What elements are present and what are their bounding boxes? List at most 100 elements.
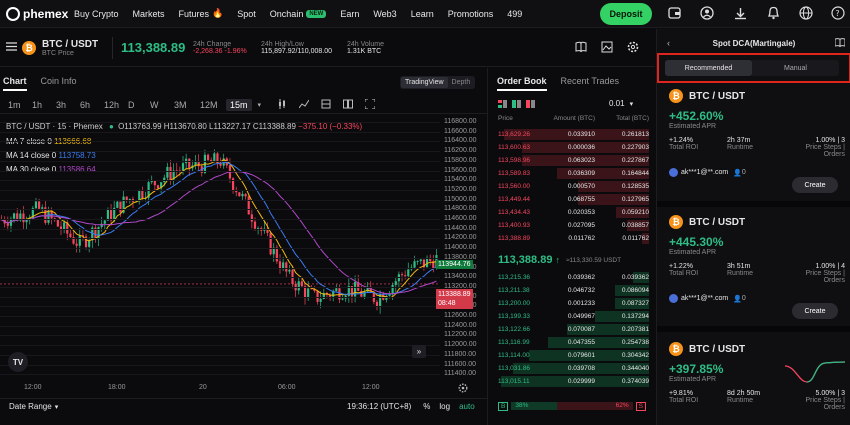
dca-strategy-card[interactable]: ₿ BTC / USDT +452.60% Estimated APR +1.24… <box>669 89 845 199</box>
tab-recent-trades[interactable]: Recent Trades <box>561 76 620 91</box>
log-toggle[interactable]: log <box>439 402 450 411</box>
orderbook-row[interactable]: 113,400.93 0.027095 0.038857 <box>489 219 655 232</box>
orderbook-row[interactable]: 113,449.44 0.068755 0.127965 <box>489 193 655 206</box>
interval-1h[interactable]: 1h <box>32 100 56 110</box>
interval-6h[interactable]: 6h <box>80 100 104 110</box>
orderbook-row[interactable]: 113,199.33 0.049967 0.137294 <box>489 310 655 323</box>
orderbook-row[interactable]: 113,015.11 0.029999 0.374039 <box>489 375 655 388</box>
orderbook-row[interactable]: 113,629.26 0.033910 0.261813 <box>489 128 655 141</box>
nav-learn[interactable]: Learn <box>411 9 434 19</box>
date-range-button[interactable]: Date Range ▾ <box>9 402 58 411</box>
create-button[interactable]: Create <box>792 303 838 319</box>
order-price: 113,600.63 <box>498 144 531 151</box>
nav-spot[interactable]: Spot <box>237 9 256 19</box>
orderbook-row[interactable]: 113,114.00 0.079601 0.304342 <box>489 349 655 362</box>
orderbook-row[interactable]: 113,211.38 0.046732 0.086094 <box>489 284 655 297</box>
order-price: 113,629.26 <box>498 131 531 138</box>
dca-strategy-card[interactable]: ₿ BTC / USDT +445.30% Estimated APR +1.22… <box>669 215 845 323</box>
interval-15m-selected[interactable]: 15m <box>226 98 252 111</box>
tab-coin-info[interactable]: Coin Info <box>41 76 77 91</box>
layout-icon[interactable] <box>343 99 354 111</box>
chart-mode-toggle: TradingView Depth <box>400 76 476 89</box>
scroll-right-icon[interactable]: » <box>412 345 426 358</box>
nav-onchain[interactable]: Onchain NEW <box>270 9 327 19</box>
create-button[interactable]: Create <box>792 177 838 193</box>
book-icon[interactable] <box>575 41 587 55</box>
interval-12h[interactable]: 12h <box>104 100 128 110</box>
time-label: 06:00 <box>278 384 296 391</box>
brand-logo[interactable]: phemex <box>6 6 74 21</box>
chart-settings-icon[interactable] <box>458 383 468 395</box>
pair-selector[interactable]: BTC / USDT BTC Price <box>42 39 112 57</box>
settings-gear-icon[interactable] <box>627 41 639 55</box>
help-icon[interactable]: ? <box>831 6 845 20</box>
candle-type-icon[interactable] <box>277 98 287 111</box>
view-bids-icon[interactable] <box>512 100 521 110</box>
orderbook-row[interactable]: 113,434.43 0.020353 0.059210 <box>489 206 655 219</box>
auto-toggle[interactable]: auto <box>459 402 475 411</box>
image-layout-icon[interactable] <box>601 41 613 55</box>
order-amount: 0.000036 <box>567 144 595 151</box>
interval-12m[interactable]: 12M <box>200 100 226 110</box>
tradingview-logo-icon[interactable]: TV <box>8 352 28 372</box>
account-icon[interactable] <box>700 6 714 20</box>
stat-24h-volume: 24h Volume 1.31K BTC <box>347 41 407 55</box>
wallet-icon[interactable] <box>667 6 681 20</box>
tab-chart[interactable]: Chart <box>3 76 27 91</box>
indicators-icon[interactable] <box>298 99 310 111</box>
notification-bell-icon[interactable] <box>766 6 780 20</box>
orderbook-row[interactable]: 113,589.83 0.036309 0.164844 <box>489 167 655 180</box>
nav-markets[interactable]: Markets <box>133 9 165 19</box>
nav-earn[interactable]: Earn <box>340 9 359 19</box>
mode-depth[interactable]: Depth <box>448 77 475 88</box>
order-amount: 0.011762 <box>568 235 595 242</box>
mid-price: 113,388.89 ↑ ≈113,330.59 USDT <box>498 254 621 266</box>
tab-recommended[interactable]: Recommended <box>665 60 752 76</box>
nav-promotions[interactable]: Promotions <box>448 9 494 19</box>
download-icon[interactable] <box>733 6 747 20</box>
stat-label: 24h High/Low <box>261 40 304 48</box>
mode-tradingview[interactable]: TradingView <box>401 77 448 88</box>
orderbook-row[interactable]: 113,031.86 0.039708 0.344040 <box>489 362 655 375</box>
candle <box>416 260 419 265</box>
orderbook-row[interactable]: 113,122.66 0.070087 0.207381 <box>489 323 655 336</box>
interval-dropdown-icon[interactable]: ▾ <box>258 101 262 109</box>
svg-text:?: ? <box>835 9 839 18</box>
orderbook-row[interactable]: 113,600.63 0.000036 0.227903 <box>489 141 655 154</box>
nav-web3[interactable]: Web3 <box>373 9 396 19</box>
percent-toggle[interactable]: % <box>423 402 430 411</box>
candle <box>138 189 141 205</box>
interval-w[interactable]: W <box>150 100 174 110</box>
orderbook-row[interactable]: 113,215.36 0.039362 0.039362 <box>489 271 655 284</box>
language-globe-icon[interactable] <box>799 6 813 20</box>
precision-selector[interactable]: 0.01 ▾ <box>609 99 633 108</box>
deposit-button[interactable]: Deposit <box>600 3 652 25</box>
orderbook-row[interactable]: 113,598.96 0.063023 0.227867 <box>489 154 655 167</box>
candlestick-chart[interactable]: 116800.00 116600.00 116400.00 116200.00 1158… <box>0 114 488 384</box>
nav-buy-crypto[interactable]: Buy Crypto <box>74 9 119 19</box>
draw-tools-icon[interactable] <box>321 99 331 111</box>
dca-strategy-card[interactable]: ₿ BTC / USDT +397.85% Estimated APR +9.81… <box>669 342 845 425</box>
price-axis-label: 112000.00 <box>444 341 477 349</box>
tab-manual[interactable]: Manual <box>752 60 839 76</box>
interval-1m[interactable]: 1m <box>8 100 32 110</box>
orderbook-row[interactable]: 113,116.99 0.047355 0.254738 <box>489 336 655 349</box>
nav-futures[interactable]: Futures 🔥 <box>179 8 224 19</box>
arrow-up-icon: ↑ <box>555 255 560 265</box>
nav-499[interactable]: 499 <box>507 9 522 19</box>
fullscreen-icon[interactable] <box>364 98 376 111</box>
orderbook-row[interactable]: 113,200.00 0.001233 0.087327 <box>489 297 655 310</box>
menu-icon[interactable] <box>6 42 18 53</box>
order-total: 0.128535 <box>621 183 649 190</box>
tab-order-book[interactable]: Order Book <box>497 76 547 91</box>
view-both-icon[interactable] <box>498 100 507 110</box>
interval-d[interactable]: D <box>128 100 150 110</box>
interval-3h[interactable]: 3h <box>56 100 80 110</box>
orderbook-row[interactable]: 113,388.89 0.011762 0.011762 <box>489 232 655 245</box>
btc-coin-icon: ₿ <box>669 342 683 356</box>
interval-3m[interactable]: 3M <box>174 100 200 110</box>
guide-book-icon[interactable] <box>834 38 846 49</box>
view-asks-icon[interactable] <box>526 100 535 110</box>
stat-label: 24h Volume <box>347 40 384 48</box>
orderbook-row[interactable]: 113,560.00 0.000570 0.128535 <box>489 180 655 193</box>
